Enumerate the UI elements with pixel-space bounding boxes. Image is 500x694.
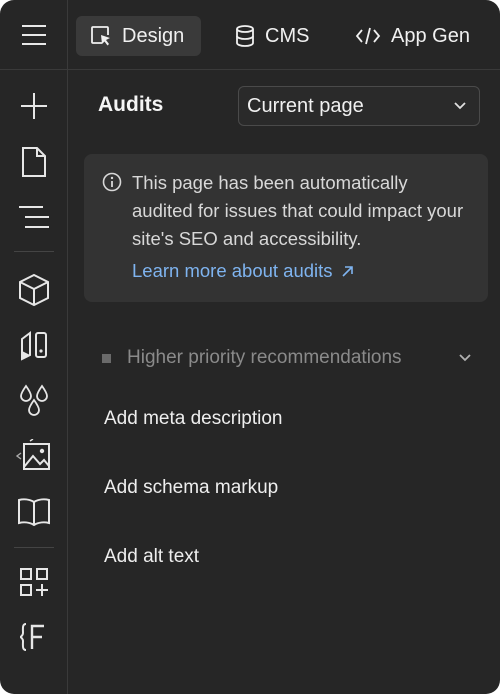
book-icon bbox=[18, 498, 50, 527]
menu-button[interactable] bbox=[0, 0, 68, 69]
info-text: This page has been automatically audited… bbox=[132, 172, 464, 249]
rail-apps-button[interactable] bbox=[10, 560, 58, 604]
rail-separator bbox=[14, 547, 54, 548]
tab-app-gen-label: App Gen bbox=[391, 24, 470, 47]
style-selector-icon bbox=[21, 331, 47, 361]
priority-section-header[interactable]: Higher priority recommendations bbox=[100, 343, 472, 373]
drops-icon bbox=[20, 384, 48, 416]
scope-select[interactable]: Current page bbox=[238, 86, 480, 126]
panel-title: Audits bbox=[98, 93, 164, 116]
tab-design-label: Design bbox=[122, 24, 185, 47]
plus-icon bbox=[21, 93, 47, 119]
chevron-down-icon bbox=[459, 354, 471, 362]
rail-navigator-button[interactable] bbox=[10, 195, 58, 239]
info-icon bbox=[102, 172, 122, 192]
rail-docs-button[interactable] bbox=[10, 490, 58, 534]
rail-styles-button[interactable] bbox=[10, 323, 58, 367]
apps-grid-icon bbox=[20, 568, 48, 596]
rail-assets-button[interactable] bbox=[10, 434, 58, 478]
tab-cms[interactable]: CMS bbox=[221, 16, 331, 56]
cube-icon bbox=[19, 273, 49, 307]
section-bullet bbox=[102, 353, 111, 363]
rail-pages-button[interactable] bbox=[10, 140, 58, 184]
rail-variables-button[interactable] bbox=[10, 379, 58, 423]
code-icon bbox=[355, 27, 381, 45]
recommendation-item[interactable]: Add alt text bbox=[104, 546, 199, 568]
rail-components-button[interactable] bbox=[10, 268, 58, 312]
recommendation-item[interactable]: Add schema markup bbox=[104, 477, 278, 499]
learn-more-label: Learn more about audits bbox=[132, 260, 333, 281]
database-icon bbox=[236, 25, 254, 47]
recommendation-item[interactable]: Add meta description bbox=[104, 408, 283, 430]
audits-app: Design CMS App Gen Audits Current page T… bbox=[0, 0, 500, 694]
hamburger-icon bbox=[21, 24, 46, 45]
tab-design[interactable]: Design bbox=[76, 16, 201, 56]
page-icon bbox=[22, 147, 46, 177]
chevron-down-icon bbox=[454, 102, 466, 110]
tab-cms-label: CMS bbox=[265, 24, 310, 47]
section-label: Higher priority recommendations bbox=[127, 347, 402, 368]
top-bar: Design CMS App Gen bbox=[0, 0, 500, 70]
code-brackets-f-icon bbox=[19, 623, 44, 651]
external-arrow-icon bbox=[341, 265, 353, 277]
scope-select-value: Current page bbox=[247, 94, 364, 117]
learn-more-link[interactable]: Learn more about audits bbox=[132, 260, 354, 282]
tab-app-gen[interactable]: App Gen bbox=[341, 16, 491, 56]
rail-add-button[interactable] bbox=[10, 84, 58, 128]
rail-separator bbox=[14, 251, 54, 252]
left-rail bbox=[0, 70, 68, 694]
image-icon bbox=[16, 439, 50, 470]
rail-code-button[interactable] bbox=[10, 615, 58, 659]
navigator-icon bbox=[19, 206, 49, 228]
cursor-box-icon bbox=[91, 26, 110, 46]
